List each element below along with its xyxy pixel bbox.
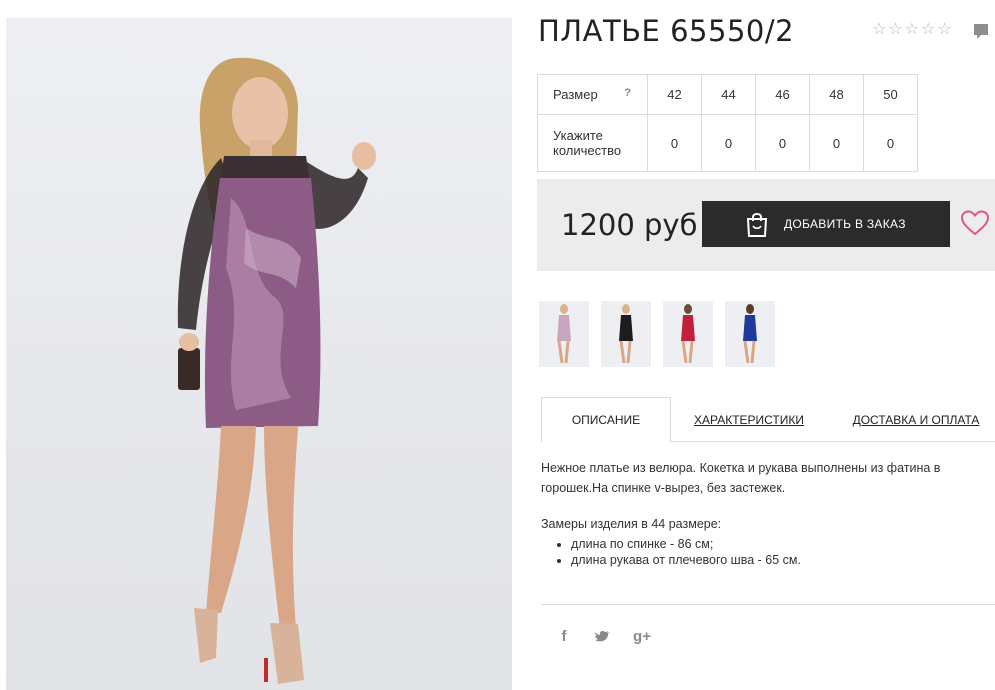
size-cell-44: 44 <box>701 74 756 115</box>
tab-description[interactable]: ОПИСАНИЕ <box>541 397 671 443</box>
measurements-list: длина по спинке - 86 см; длина рукава от… <box>541 536 981 568</box>
divider <box>541 604 995 605</box>
quantity-input-44[interactable]: 0 <box>701 114 756 172</box>
quantity-row: Укажите количество 0 0 0 0 0 <box>537 114 918 172</box>
size-row: Размер ? 42 44 46 48 50 <box>537 74 918 115</box>
product-title: ПЛАТЬЕ 65550/2 <box>538 14 795 48</box>
size-cell-42: 42 <box>647 74 702 115</box>
list-item: длина рукава от плечевого шва - 65 см. <box>571 552 981 568</box>
tab-delivery[interactable]: ДОСТАВКА И ОПЛАТА <box>851 397 981 442</box>
thumbnail-red-image <box>681 304 695 364</box>
star-icon[interactable]: ☆ <box>905 22 919 38</box>
star-icon[interactable]: ☆ <box>888 22 902 38</box>
quantity-input-46[interactable]: 0 <box>755 114 810 172</box>
size-table: Размер ? 42 44 46 48 50 Укажите количест… <box>537 74 918 172</box>
thumbnail-lilac[interactable] <box>539 301 589 367</box>
tab-characteristics[interactable]: ХАРАКТЕРИСТИКИ <box>689 397 809 442</box>
quantity-input-48[interactable]: 0 <box>809 114 864 172</box>
price: 1200 руб <box>561 208 698 242</box>
color-thumbnails <box>539 301 775 367</box>
size-cell-50: 50 <box>863 74 918 115</box>
thumbnail-black[interactable] <box>601 301 651 367</box>
quantity-label: Укажите количество <box>537 114 648 172</box>
googleplus-icon[interactable]: g+ <box>633 628 651 645</box>
size-label-cell: Размер ? <box>537 74 648 115</box>
thumbnail-blue[interactable] <box>725 301 775 367</box>
size-cell-46: 46 <box>755 74 810 115</box>
star-icon[interactable]: ☆ <box>937 22 951 38</box>
add-to-order-label: ДОБАВИТЬ В ЗАКАЗ <box>784 217 906 231</box>
size-help-icon[interactable]: ? <box>624 87 631 99</box>
thumbnail-black-image <box>619 304 633 364</box>
quantity-input-42[interactable]: 0 <box>647 114 702 172</box>
quantity-input-50[interactable]: 0 <box>863 114 918 172</box>
comment-icon[interactable] <box>973 23 989 41</box>
product-tabs: ОПИСАНИЕ ХАРАКТЕРИСТИКИ ДОСТАВКА И ОПЛАТ… <box>541 397 995 443</box>
list-item: длина по спинке - 86 см; <box>571 536 981 552</box>
shopping-bag-icon <box>746 213 768 237</box>
description-panel: Нежное платье из велюра. Кокетка и рукав… <box>541 458 981 568</box>
star-icon[interactable]: ☆ <box>872 22 886 38</box>
size-label: Размер <box>553 87 598 102</box>
size-cell-48: 48 <box>809 74 864 115</box>
social-share: f g+ <box>555 628 651 645</box>
measurements-title: Замеры изделия в 44 размере: <box>541 517 722 531</box>
thumbnail-lilac-image <box>557 304 571 364</box>
facebook-icon[interactable]: f <box>555 628 573 645</box>
description-text: Нежное платье из велюра. Кокетка и рукав… <box>541 461 941 495</box>
star-icon[interactable]: ☆ <box>921 22 935 38</box>
main-product-image[interactable] <box>6 18 512 690</box>
rating-stars[interactable]: ☆ ☆ ☆ ☆ ☆ <box>872 22 952 38</box>
favorite-heart-icon[interactable] <box>961 210 989 236</box>
thumbnail-blue-image <box>743 304 757 364</box>
thumbnail-red[interactable] <box>663 301 713 367</box>
model-illustration <box>177 57 376 684</box>
twitter-icon[interactable] <box>595 630 611 644</box>
purchase-bar: 1200 руб ДОБАВИТЬ В ЗАКАЗ <box>537 179 995 271</box>
add-to-order-button[interactable]: ДОБАВИТЬ В ЗАКАЗ <box>702 201 950 247</box>
